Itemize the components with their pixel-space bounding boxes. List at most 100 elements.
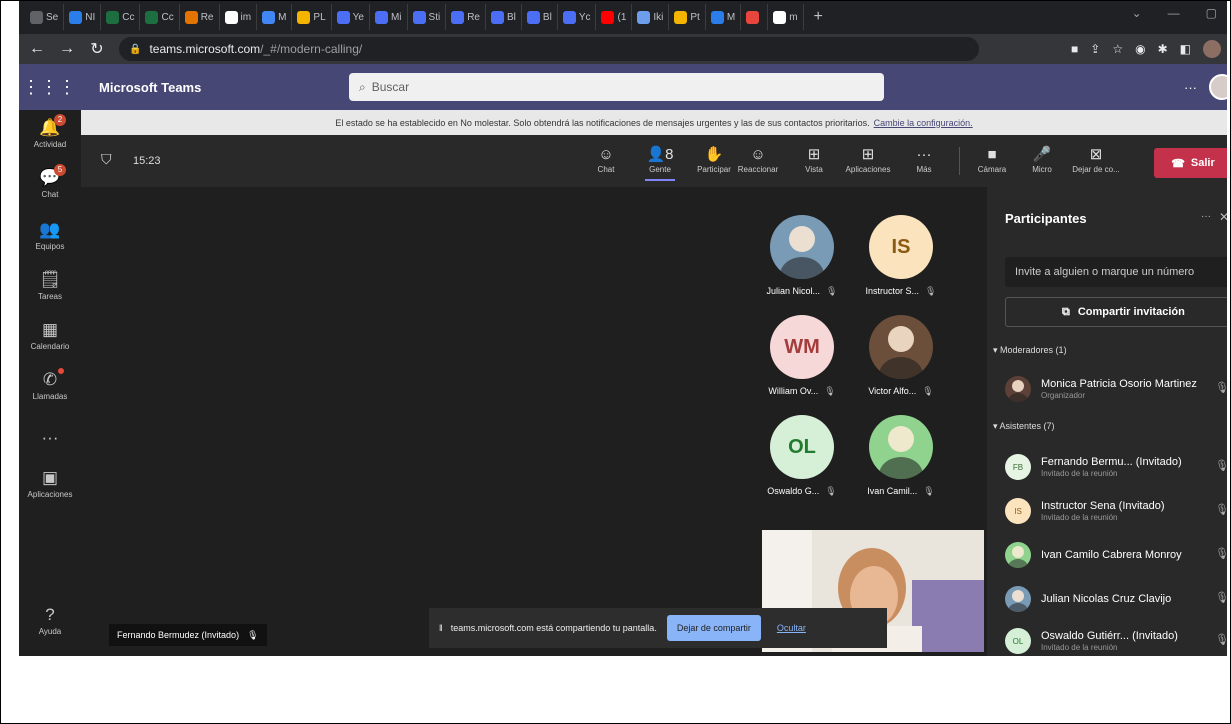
invite-input[interactable]: Invite a alguien o marque un número xyxy=(1005,257,1227,287)
browser-tab[interactable]: Sti xyxy=(408,4,447,30)
extension-icon[interactable]: ◉ xyxy=(1135,42,1145,56)
app-launcher-icon[interactable]: ⋮⋮⋮ xyxy=(19,77,79,98)
rail-item-help[interactable]: ? Ayuda xyxy=(19,605,81,636)
settings-more-button[interactable]: ··· xyxy=(1184,80,1197,95)
tab-label: im xyxy=(240,11,252,23)
browser-tab[interactable]: Yc xyxy=(558,4,597,30)
browser-tab[interactable]: im xyxy=(220,4,258,30)
share-invite-button[interactable]: ⧉ Compartir invitación xyxy=(1005,297,1227,327)
browser-tab[interactable]: Se xyxy=(25,4,65,30)
browser-tab[interactable]: PL xyxy=(292,4,332,30)
back-icon[interactable]: ← xyxy=(25,40,49,58)
browser-tab[interactable]: m xyxy=(768,4,804,30)
browser-tab[interactable]: M xyxy=(706,4,742,30)
star-icon[interactable]: ☆ xyxy=(1112,42,1123,56)
browser-tab[interactable]: (1 xyxy=(596,4,633,30)
participant-role: Organizador xyxy=(1041,391,1086,400)
share-grip-icon[interactable]: ‖ xyxy=(439,623,443,633)
tab-favicon-icon xyxy=(412,10,426,24)
share-invite-icon: ⧉ xyxy=(1062,305,1070,318)
tab-search-icon[interactable]: ⌄ xyxy=(1132,6,1142,20)
leave-button[interactable]: ☎ Salir xyxy=(1154,148,1227,178)
toolbar-add-app-button[interactable]: ⊞ Aplicaciones xyxy=(841,145,895,174)
browser-tab[interactable]: Pt xyxy=(669,4,706,30)
tab-label: NI xyxy=(85,11,96,23)
url-field[interactable]: 🔒 teams.microsoft.com /_#/modern-calling… xyxy=(119,37,979,61)
sidepanel-icon[interactable]: ◧ xyxy=(1180,42,1191,56)
change-settings-link[interactable]: Cambie la configuración. xyxy=(874,118,973,128)
tab-label: M xyxy=(278,11,287,23)
browser-tab[interactable]: Iki xyxy=(632,4,670,30)
search-input[interactable]: ⌕ Buscar xyxy=(349,73,884,101)
rail-item-calendario[interactable]: ▦ Calendario xyxy=(19,320,81,351)
toolbar-label: Aplicaciones xyxy=(845,165,891,174)
toolbar-camera-button[interactable]: ■ Cámara xyxy=(965,145,1019,174)
mic-off-icon: 🎙 xyxy=(1215,382,1227,394)
rail-item-llamadas[interactable]: ✆ Llamadas xyxy=(19,368,81,401)
participant-avatar xyxy=(869,315,933,379)
toolbar-label: Gente xyxy=(649,165,671,174)
profile-avatar[interactable] xyxy=(1203,40,1221,58)
hide-link[interactable]: Ocultar xyxy=(777,623,806,633)
browser-tab[interactable]: Mi xyxy=(370,4,408,30)
browser-tab[interactable]: Re xyxy=(446,4,486,30)
toolbar-mic-button[interactable]: 🎤 Micro xyxy=(1015,145,1069,174)
moderators-header[interactable]: ▾ Moderadores (1) xyxy=(993,345,1067,356)
teams-header: ⋮⋮⋮ Microsoft Teams ⌕ Buscar ··· xyxy=(19,64,1227,110)
reload-icon[interactable]: ↻ xyxy=(85,39,109,59)
toolbar-label: Chat xyxy=(597,165,615,174)
share-icon[interactable]: ⇪ xyxy=(1090,42,1100,56)
toolbar-chat-button[interactable]: ☺ Chat xyxy=(579,145,633,174)
forward-icon[interactable]: → xyxy=(55,40,79,58)
toolbar-label: Cámara xyxy=(977,165,1007,174)
participant-row[interactable]: Ivan Camilo Cabrera Monroy 🎙 xyxy=(1005,537,1227,573)
rail-item-actividad[interactable]: 🔔 2 Actividad xyxy=(19,114,81,149)
rail-item-aplicaciones[interactable]: ▣ Aplicaciones xyxy=(19,468,81,499)
participant-tile[interactable]: Victor Alfo... 🎙 xyxy=(841,315,961,397)
collapse-icon: ▾ xyxy=(993,345,1001,355)
browser-tab[interactable] xyxy=(741,4,769,30)
stop-sharing-button[interactable]: Dejar de compartir xyxy=(666,615,761,641)
participant-row[interactable]: IS Instructor Sena (Invitado) Invitado de … xyxy=(1005,493,1227,529)
minimize-icon[interactable]: — xyxy=(1168,6,1180,20)
toolbar-grid-button[interactable]: ⊞ Vista xyxy=(787,145,841,174)
toolbar-stop-share-button[interactable]: ⊠ Dejar de co... xyxy=(1069,145,1123,174)
browser-tab[interactable]: Cc xyxy=(140,4,180,30)
participant-tile[interactable]: Ivan Camil... 🎙 xyxy=(841,415,961,497)
browser-tab[interactable]: M xyxy=(257,4,293,30)
browser-tab[interactable]: NI xyxy=(64,4,102,30)
user-avatar[interactable] xyxy=(1209,74,1227,100)
browser-tab[interactable]: Re xyxy=(180,4,220,30)
rail-item-more[interactable]: ··· xyxy=(19,428,81,450)
panel-more-icon[interactable]: ··· xyxy=(1201,211,1211,222)
status-notice: El estado se ha establecido en No molest… xyxy=(81,110,1227,135)
participant-row[interactable]: FB Fernando Bermu... (Invitado) Invitado d… xyxy=(1005,449,1227,485)
browser-tab[interactable]: Bl xyxy=(486,4,522,30)
help-icon: ? xyxy=(45,605,55,624)
chat-icon: ☺ xyxy=(598,146,614,163)
rail-item-tareas[interactable]: 🗒 Tareas xyxy=(19,270,81,301)
puzzle-icon[interactable]: ✱ xyxy=(1158,42,1168,56)
attendees-header[interactable]: ▾ Asistentes (7) xyxy=(993,421,1055,432)
browser-tab[interactable]: Ye xyxy=(332,4,370,30)
maximize-icon[interactable]: ▢ xyxy=(1206,6,1217,20)
toolbar-more-button[interactable]: ··· Más xyxy=(897,145,951,174)
toolbar-emoji-button[interactable]: ☺ Reaccionar xyxy=(731,145,785,174)
participant-row[interactable]: OL Oswaldo Gutiérr... (Invitado) Invitado … xyxy=(1005,623,1227,656)
participant-row[interactable]: Monica Patricia Osorio Martinez Organizad… xyxy=(1005,371,1227,407)
participant-avatar: IS xyxy=(869,215,933,279)
person-photo-icon xyxy=(780,226,824,279)
new-tab-button[interactable]: + xyxy=(814,8,823,26)
tab-favicon-icon xyxy=(145,10,159,24)
participant-tile[interactable]: IS Instructor S... 🎙 xyxy=(841,215,961,297)
notice-text: El estado se ha establecido en No molest… xyxy=(335,117,870,128)
browser-tab[interactable]: Bl xyxy=(522,4,558,30)
rail-item-equipos[interactable]: 👥 Equipos xyxy=(19,220,81,251)
rail-item-chat[interactable]: 💬 5 Chat xyxy=(19,164,81,199)
browser-tab[interactable]: Cc xyxy=(101,4,141,30)
toolbar-label: Reaccionar xyxy=(737,165,779,174)
camera-indicator-icon[interactable]: ■ xyxy=(1071,42,1078,56)
participant-row[interactable]: Julian Nicolas Cruz Clavijo 🎙 xyxy=(1005,581,1227,617)
toolbar-people-button[interactable]: 👤8 Gente xyxy=(633,145,687,181)
close-icon[interactable]: ✕ xyxy=(1219,210,1227,224)
